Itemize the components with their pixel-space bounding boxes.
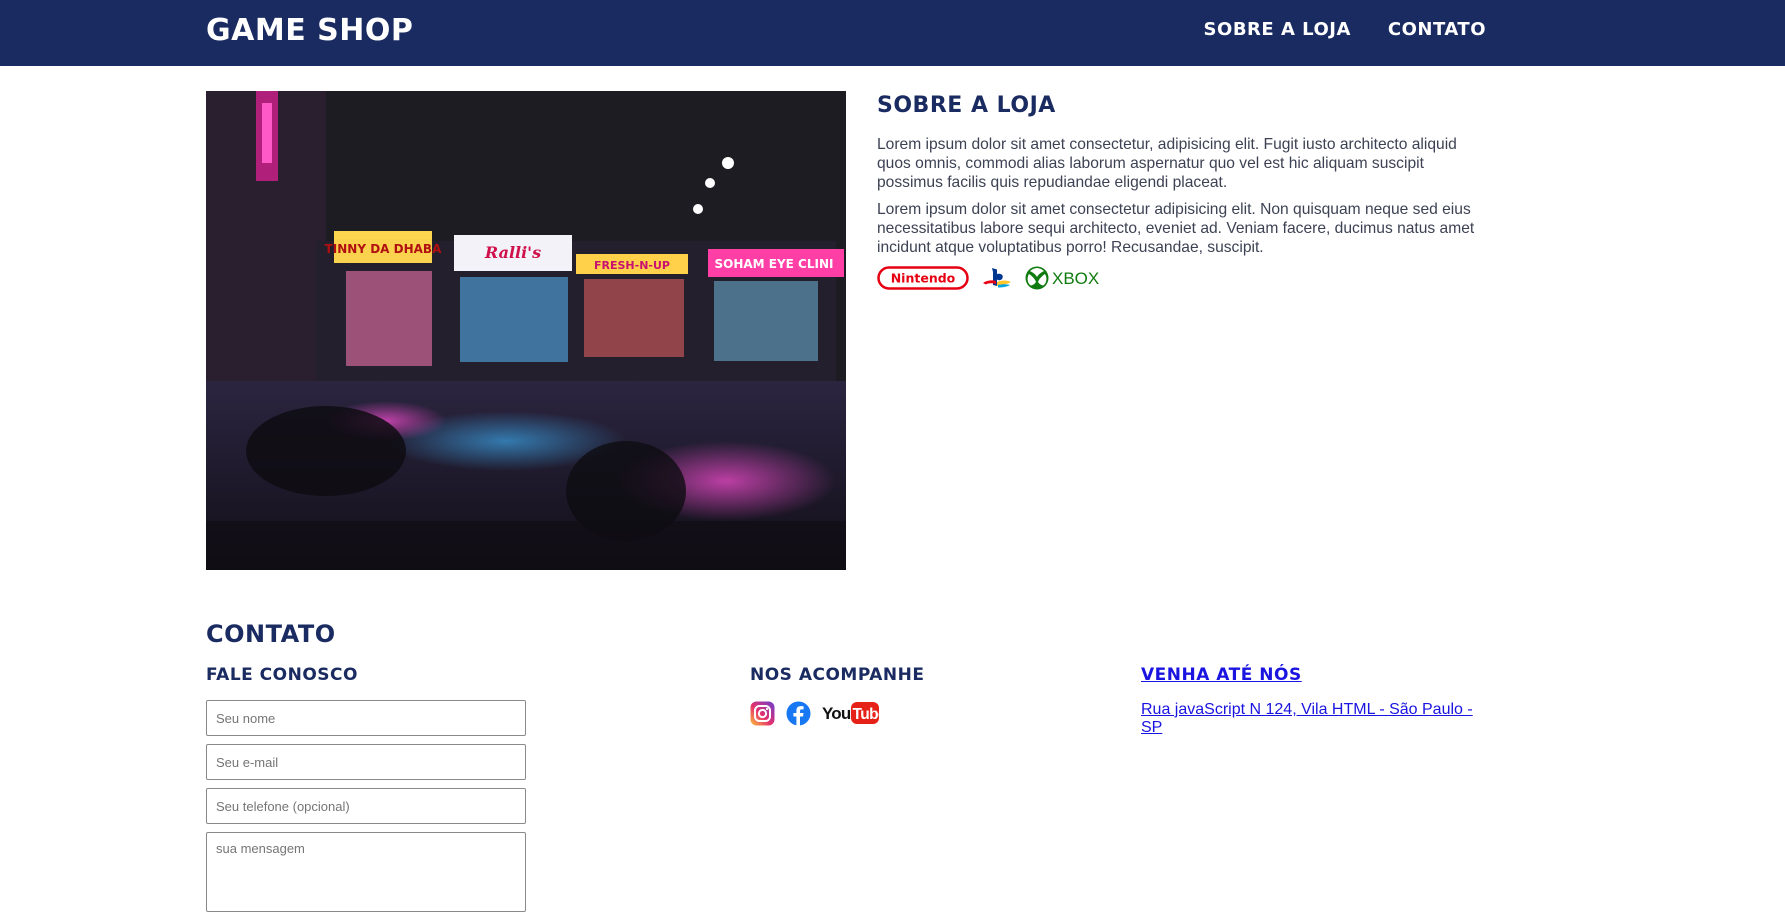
message-textarea[interactable]: [206, 832, 526, 912]
sign-text-4: SOHAM EYE CLINI: [715, 257, 834, 271]
playstation-icon: [983, 268, 1011, 288]
about-paragraph-1: Lorem ipsum dolor sit amet consectetur, …: [877, 136, 1457, 191]
social-section: NOS ACOMPANHE You Tub: [750, 665, 924, 726]
about-paragraph-2: Lorem ipsum dolor sit amet consectetur a…: [877, 201, 1475, 256]
svg-text:Tube: Tube: [853, 706, 881, 723]
email-input[interactable]: [206, 744, 526, 780]
social-title: NOS ACOMPANHE: [750, 665, 925, 685]
svg-text:You: You: [822, 704, 851, 723]
address-link[interactable]: Rua javaScript N 124, Vila HTML - São Pa…: [1141, 701, 1473, 736]
xbox-logo: XBOX: [1025, 266, 1099, 290]
nintendo-logo: Nintendo: [877, 266, 969, 290]
instagram-icon: [750, 701, 775, 725]
store-photo: TINNY DA DHABA Ralli's FRESH-N-UP SOHAM …: [206, 91, 846, 570]
sign-text-2: Ralli's: [484, 243, 541, 262]
site-header: GAME SHOP SOBRE A LOJA CONTATO: [0, 0, 1785, 66]
nav-link-contato[interactable]: CONTATO: [1388, 19, 1486, 40]
main-nav: SOBRE A LOJA CONTATO: [1204, 19, 1486, 40]
instagram-link[interactable]: [750, 701, 775, 726]
youtube-link[interactable]: You Tube: [822, 700, 880, 726]
about-section: SOBRE A LOJA Lorem ipsum dolor sit amet …: [877, 93, 1487, 291]
contact-title: CONTATO: [206, 620, 336, 648]
visit-title: VENHA ATÉ NÓS: [1141, 665, 1487, 685]
console-brands: Nintendo XBOX: [877, 265, 1487, 291]
name-input[interactable]: [206, 700, 526, 736]
visit-section: VENHA ATÉ NÓS Rua javaScript N 124, Vila…: [1141, 665, 1487, 737]
contact-form: FALE CONOSCO: [206, 665, 526, 920]
facebook-icon: [786, 701, 811, 726]
phone-input[interactable]: [206, 788, 526, 824]
nav-link-sobre[interactable]: SOBRE A LOJA: [1204, 19, 1351, 40]
sign-text-1: TINNY DA DHABA: [325, 242, 442, 256]
form-title: FALE CONOSCO: [206, 665, 358, 685]
facebook-link[interactable]: [786, 701, 811, 726]
youtube-icon: You Tube: [822, 702, 881, 724]
sign-text-3: FRESH-N-UP: [594, 259, 670, 272]
svg-text:XBOX: XBOX: [1052, 269, 1099, 288]
about-title: SOBRE A LOJA: [877, 93, 1056, 118]
brand-logo[interactable]: GAME SHOP: [206, 13, 413, 48]
visit-link[interactable]: VENHA ATÉ NÓS: [1141, 665, 1302, 685]
social-links: You Tube: [750, 700, 924, 726]
neon-street-photo: TINNY DA DHABA Ralli's FRESH-N-UP SOHAM …: [206, 91, 846, 570]
svg-text:Nintendo: Nintendo: [891, 271, 956, 286]
